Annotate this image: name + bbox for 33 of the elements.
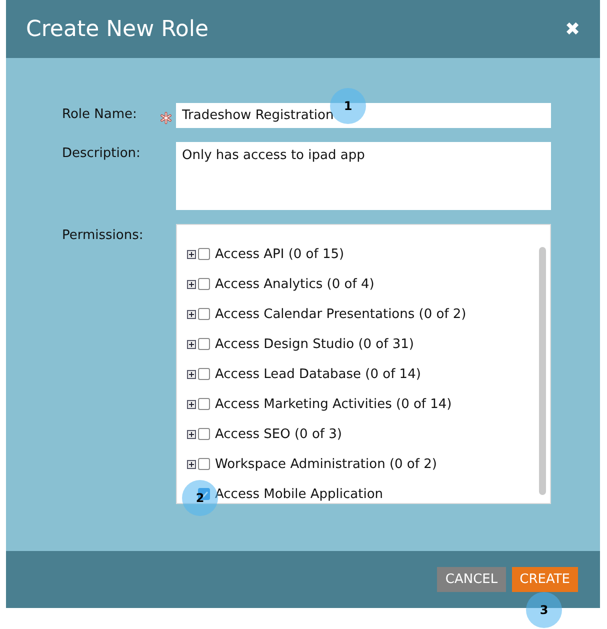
- permission-label[interactable]: Access Analytics (0 of 4): [215, 276, 374, 292]
- dialog-title: Create New Role: [26, 16, 208, 42]
- checkbox[interactable]: [198, 278, 210, 290]
- permission-label[interactable]: Access API (0 of 15): [215, 246, 344, 262]
- checkbox[interactable]: [198, 398, 210, 410]
- checkbox[interactable]: [198, 428, 210, 440]
- field-label: Description:: [62, 145, 142, 161]
- permission-label[interactable]: Access Calendar Presentations (0 of 2): [215, 306, 466, 322]
- checkbox[interactable]: [198, 368, 210, 380]
- permission-label[interactable]: Workspace Administration (0 of 2): [215, 456, 437, 472]
- checkbox[interactable]: [198, 248, 210, 260]
- permission-label[interactable]: Access Design Studio (0 of 31): [215, 336, 414, 352]
- checkbox[interactable]: [198, 488, 210, 500]
- description-field[interactable]: Only has access to ipad app: [176, 142, 551, 210]
- expand-icon[interactable]: [187, 460, 196, 468]
- expand-icon[interactable]: [187, 310, 196, 318]
- expand-icon[interactable]: [187, 430, 196, 438]
- permission-label[interactable]: Access Lead Database (0 of 14): [215, 366, 421, 382]
- scrollbar[interactable]: [539, 247, 546, 495]
- permission-label[interactable]: Access SEO (0 of 3): [215, 426, 342, 442]
- checkbox[interactable]: [198, 308, 210, 320]
- expand-icon[interactable]: [187, 250, 196, 258]
- permission-label[interactable]: Access Marketing Activities (0 of 14): [215, 396, 452, 412]
- step-marker: 3: [526, 592, 562, 628]
- field-label: Role Name:: [62, 106, 138, 122]
- checkbox[interactable]: [198, 338, 210, 350]
- expand-icon[interactable]: [187, 340, 196, 348]
- expand-icon[interactable]: [187, 370, 196, 378]
- cancel-button[interactable]: CANCEL: [437, 567, 506, 592]
- field-label: Permissions:: [62, 227, 144, 243]
- expand-icon[interactable]: [187, 280, 196, 288]
- expand-icon[interactable]: [187, 400, 196, 408]
- checkbox[interactable]: [198, 458, 210, 470]
